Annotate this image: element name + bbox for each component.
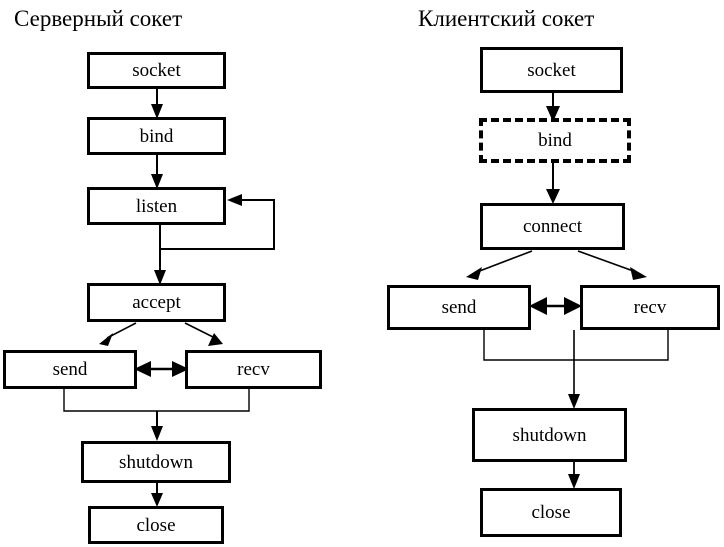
client-column-title: Клиентский сокет: [418, 6, 595, 31]
node-client-recv[interactable]: recv: [580, 285, 720, 330]
node-label: bind: [538, 130, 572, 151]
edge-client-connect-recv: [577, 250, 647, 280]
node-label: recv: [237, 359, 270, 380]
edge-server-send-recv-bidirectional: [134, 361, 189, 377]
node-server-accept[interactable]: accept: [87, 283, 226, 322]
node-client-connect[interactable]: connect: [480, 203, 625, 250]
node-server-recv[interactable]: recv: [185, 350, 322, 389]
node-label: close: [531, 502, 571, 523]
node-label: socket: [527, 59, 576, 81]
node-label: close: [136, 514, 176, 536]
node-server-shutdown[interactable]: shutdown: [81, 441, 231, 483]
edge-client-connect-send: [466, 250, 533, 280]
socket-flow-diagram: Серверный сокет Клиентский сокет socket …: [0, 0, 724, 547]
node-server-close[interactable]: close: [88, 506, 224, 544]
node-label: shutdown: [512, 424, 587, 446]
edge-server-listen-accept: [154, 225, 166, 285]
edge-server-accept-recv: [184, 322, 223, 346]
edge-server-bind-listen: [151, 155, 163, 189]
node-server-socket[interactable]: socket: [87, 52, 226, 89]
node-server-bind[interactable]: bind: [87, 117, 226, 155]
edge-client-send-recv-bidirectional: [529, 297, 582, 315]
edge-server-sendrecv-shutdown: [63, 389, 250, 441]
node-label: send: [52, 359, 88, 380]
edge-server-socket-bind: [151, 89, 163, 119]
node-label: send: [441, 297, 477, 318]
edge-server-accept-send: [99, 322, 137, 346]
node-label: connect: [522, 216, 583, 237]
edge-client-bind-connect: [546, 163, 560, 204]
node-client-bind-optional[interactable]: bind: [479, 118, 631, 163]
node-label: shutdown: [119, 451, 193, 473]
edge-client-sendrecv-shutdown: [483, 330, 669, 409]
node-label: recv: [633, 297, 667, 318]
node-client-close[interactable]: close: [480, 488, 622, 537]
edge-client-shutdown-close: [568, 462, 580, 489]
node-client-socket[interactable]: socket: [480, 47, 623, 93]
node-label: socket: [132, 60, 181, 81]
node-client-send[interactable]: send: [387, 285, 531, 330]
node-label: accept: [132, 292, 181, 313]
edge-server-shutdown-close: [151, 483, 163, 507]
node-client-shutdown[interactable]: shutdown: [472, 408, 627, 462]
server-column-title: Серверный сокет: [14, 6, 183, 31]
node-server-send[interactable]: send: [3, 350, 137, 389]
node-server-listen[interactable]: listen: [87, 187, 226, 225]
node-label: listen: [135, 195, 178, 217]
node-label: bind: [139, 125, 174, 147]
